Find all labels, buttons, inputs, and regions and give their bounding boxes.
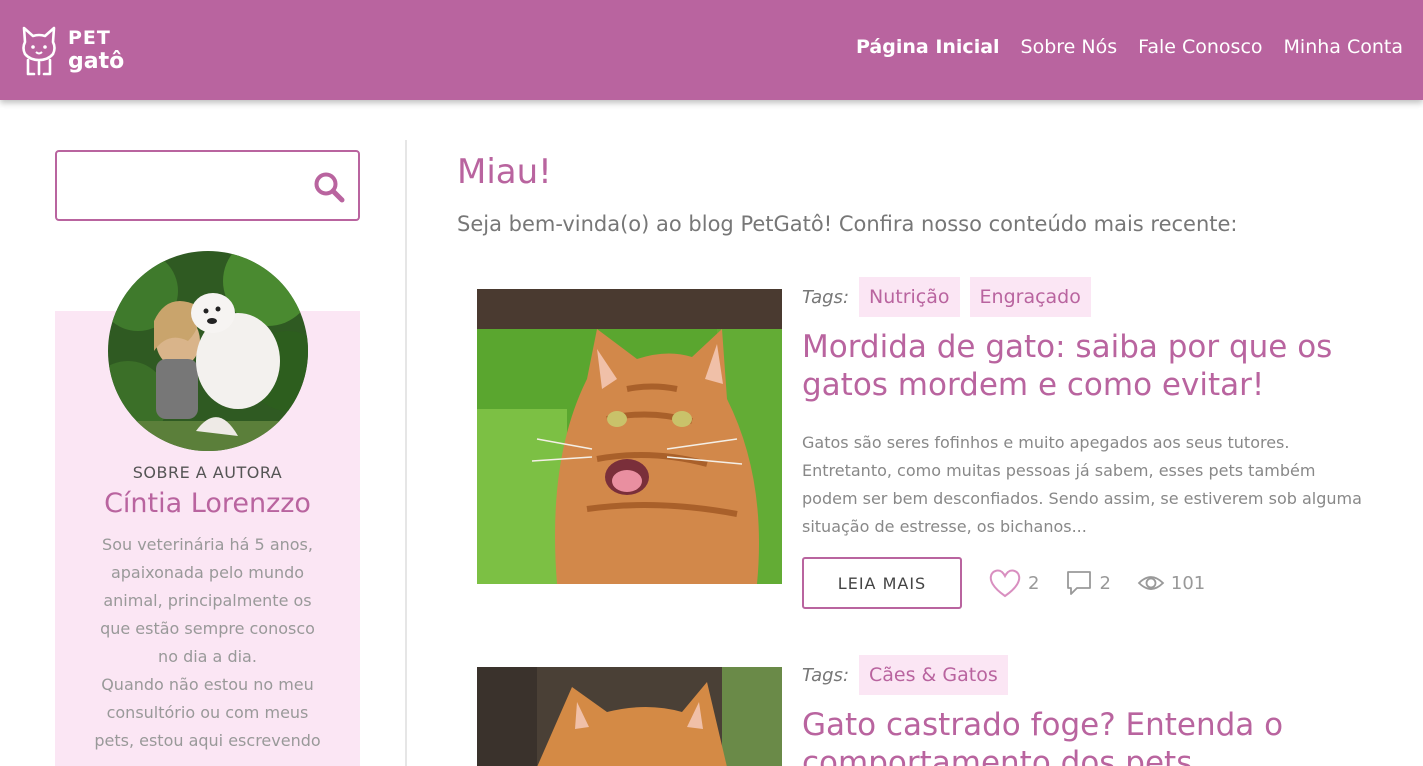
post-image[interactable] <box>477 289 782 584</box>
logo-line-2: gatô <box>68 49 125 74</box>
tag-engracado[interactable]: Engraçado <box>969 277 1091 317</box>
tags-label: Tags: <box>802 286 850 308</box>
hissing-cat-photo <box>477 289 782 584</box>
post-title[interactable]: Gato castrado foge? Entenda o comportame… <box>802 706 1362 766</box>
page-subtitle: Seja bem-vinda(o) ao blog PetGatô! Confi… <box>457 212 1238 236</box>
comment-icon <box>1067 571 1092 595</box>
views-stat: 101 <box>1137 573 1205 594</box>
views-count: 101 <box>1170 572 1206 594</box>
main-nav: Página Inicial Sobre Nós Fale Conosco Mi… <box>856 36 1403 58</box>
author-info: SOBRE A AUTORA Cíntia Lorenzzo Sou veter… <box>55 463 360 755</box>
tag-nutricao[interactable]: Nutrição <box>859 277 960 317</box>
post-tags: Tags: Nutrição Engraçado <box>802 277 1362 317</box>
author-avatar <box>108 251 308 451</box>
nav-account[interactable]: Minha Conta <box>1284 36 1403 58</box>
author-section-label: SOBRE A AUTORA <box>132 463 283 482</box>
tag-caes-gatos[interactable]: Cães & Gatos <box>859 655 1008 695</box>
cat-logo-icon <box>22 26 56 76</box>
tags-label: Tags: <box>802 664 850 686</box>
site-logo[interactable]: PET gatô <box>20 22 130 78</box>
site-header: PET gatô Página Inicial Sobre Nós Fale C… <box>0 0 1423 100</box>
likes-stat[interactable]: 2 <box>988 567 1039 599</box>
nav-contact[interactable]: Fale Conosco <box>1138 36 1262 58</box>
post-excerpt: Gatos são seres fofinhos e muito apegado… <box>802 433 1362 536</box>
post-actions: LEIA MAIS 2 2 101 <box>802 557 1362 609</box>
search-icon[interactable] <box>312 170 346 204</box>
comments-stat[interactable]: 2 <box>1065 569 1111 597</box>
author-bio: Sou veterinária há 5 anos, apaixonada pe… <box>94 535 321 750</box>
column-divider <box>405 140 407 766</box>
post-tags: Tags: Cães & Gatos <box>802 655 1362 695</box>
post-title[interactable]: Mordida de gato: saiba por que os gatos … <box>802 328 1362 404</box>
author-name: Cíntia Lorenzzo <box>104 488 311 519</box>
eye-icon <box>1137 576 1165 590</box>
sidebar: SOBRE A AUTORA Cíntia Lorenzzo Sou veter… <box>55 150 360 766</box>
author-photo <box>108 251 308 451</box>
search-input[interactable] <box>67 166 307 206</box>
page-title: Miau! <box>457 152 552 192</box>
likes-count: 2 <box>1028 572 1040 594</box>
post-body: Tags: Nutrição Engraçado Mordida de gato… <box>802 277 1362 609</box>
search-box <box>55 150 360 221</box>
heart-icon[interactable] <box>988 567 1022 599</box>
nav-home[interactable]: Página Inicial <box>856 36 1000 58</box>
logo-line-1: PET <box>68 27 111 49</box>
orange-cat-photo <box>477 667 782 766</box>
post-body: Tags: Cães & Gatos Gato castrado foge? E… <box>802 655 1362 766</box>
logo-wordmark: PET gatô <box>68 26 124 74</box>
nav-about[interactable]: Sobre Nós <box>1021 36 1118 58</box>
main-content: Miau! Seja bem-vinda(o) ao blog PetGatô!… <box>457 150 1397 236</box>
post-image[interactable] <box>477 667 782 766</box>
comments-count: 2 <box>1099 572 1111 594</box>
read-more-button[interactable]: LEIA MAIS <box>802 557 962 609</box>
